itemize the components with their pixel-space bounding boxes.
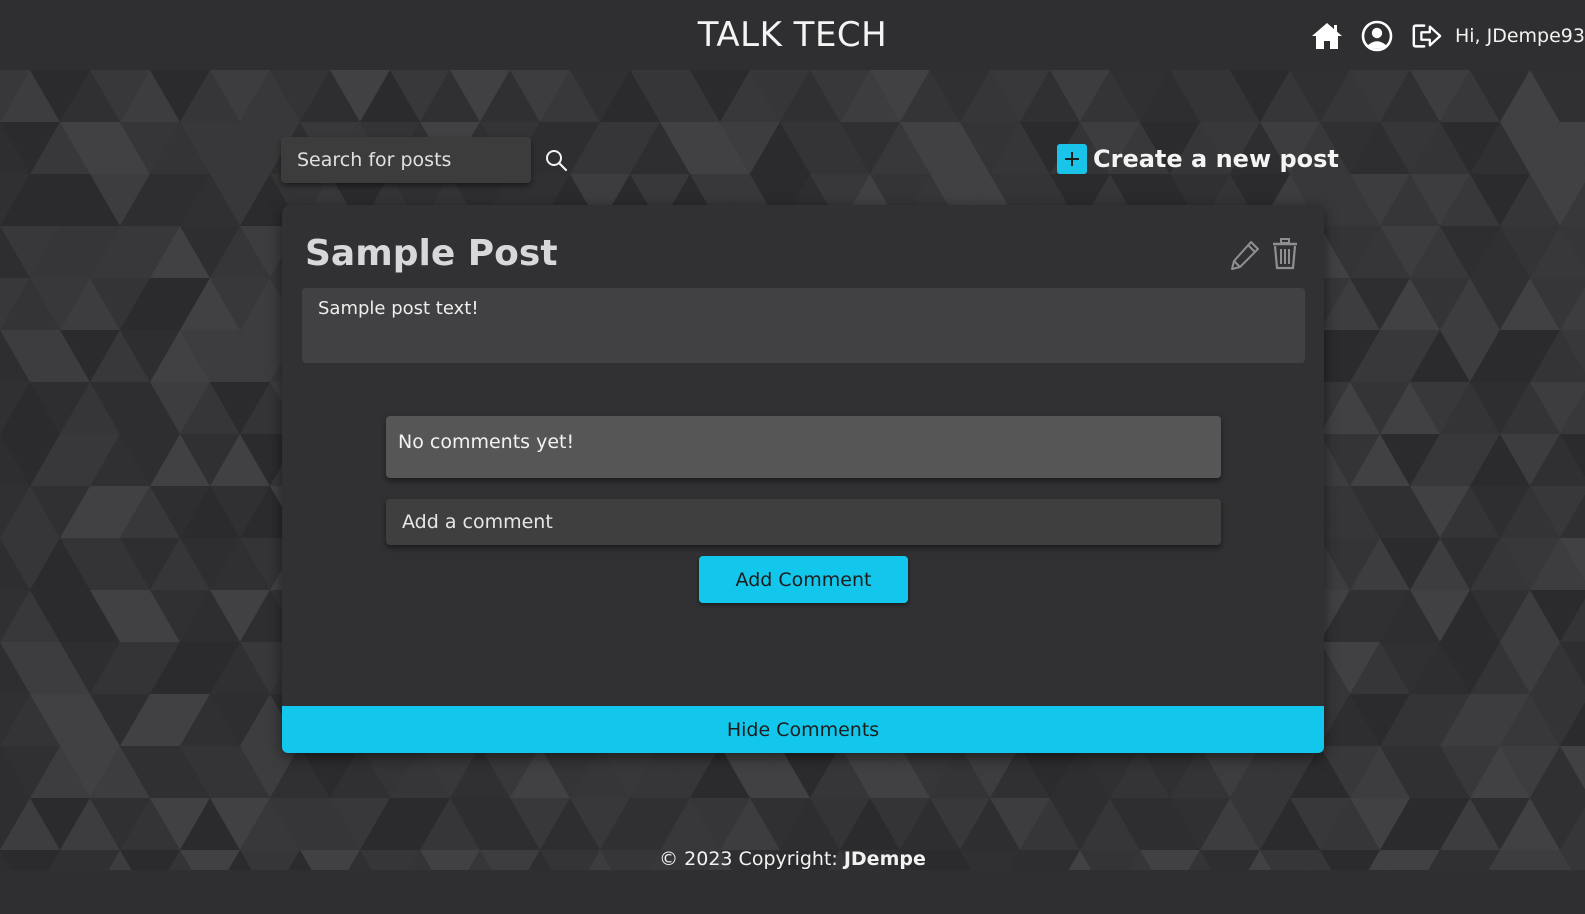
hide-comments-button[interactable]: Hide Comments: [282, 706, 1324, 753]
comments-empty-message: No comments yet!: [386, 416, 1221, 478]
footer-bar: [0, 870, 1585, 914]
search-input[interactable]: [281, 137, 531, 183]
navbar-actions: Hi, JDempe93: [1311, 18, 1585, 54]
copyright-author[interactable]: JDempe: [844, 848, 926, 870]
account-icon[interactable]: [1361, 20, 1393, 52]
site-title[interactable]: TALK TECH: [698, 15, 888, 55]
post-title: Sample Post: [305, 233, 558, 274]
post-card: Sample Post Sample post text! No comment…: [282, 205, 1324, 753]
top-navbar: TALK TECH Hi, JDempe93: [0, 0, 1585, 70]
edit-icon[interactable]: [1229, 239, 1261, 271]
user-greeting: Hi, JDempe93: [1454, 25, 1585, 47]
copyright-prefix: © 2023 Copyright:: [659, 848, 844, 870]
comment-input[interactable]: [386, 499, 1221, 545]
logout-icon[interactable]: [1411, 20, 1443, 52]
plus-icon: [1057, 144, 1087, 174]
home-icon[interactable]: [1311, 20, 1343, 52]
add-comment-button[interactable]: Add Comment: [699, 556, 908, 603]
search-icon[interactable]: [544, 148, 568, 172]
trash-icon[interactable]: [1272, 238, 1298, 270]
copyright-text: © 2023 Copyright: JDempe: [0, 848, 1585, 870]
post-body: Sample post text!: [302, 288, 1305, 363]
create-post-label: Create a new post: [1093, 145, 1339, 173]
create-post-button[interactable]: Create a new post: [1057, 143, 1339, 175]
